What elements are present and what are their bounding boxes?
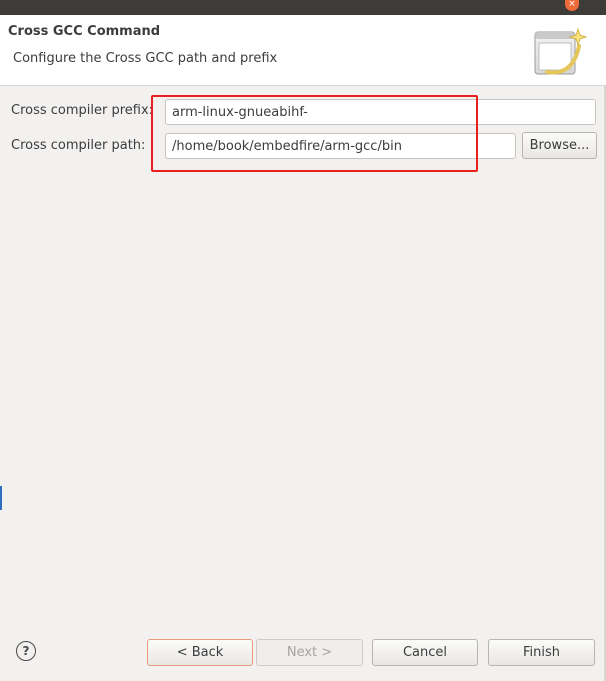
prefix-input[interactable] — [165, 99, 596, 125]
browse-button[interactable]: Browse... — [522, 132, 597, 159]
left-edge-marker — [0, 486, 2, 510]
wizard-banner: Cross GCC Command Configure the Cross GC… — [0, 15, 606, 86]
help-icon[interactable]: ? — [16, 641, 36, 661]
back-button[interactable]: < Back — [147, 639, 253, 666]
window-titlebar: × — [0, 0, 606, 15]
cancel-button[interactable]: Cancel — [372, 639, 478, 666]
prefix-label: Cross compiler prefix: — [11, 103, 154, 118]
wizard-banner-icon — [534, 27, 588, 75]
path-input[interactable] — [165, 133, 516, 159]
path-label: Cross compiler path: — [11, 138, 146, 153]
close-icon[interactable]: × — [565, 0, 579, 11]
page-description: Configure the Cross GCC path and prefix — [13, 51, 278, 66]
finish-button[interactable]: Finish — [488, 639, 595, 666]
next-button[interactable]: Next > — [256, 639, 363, 666]
page-title: Cross GCC Command — [8, 24, 161, 39]
